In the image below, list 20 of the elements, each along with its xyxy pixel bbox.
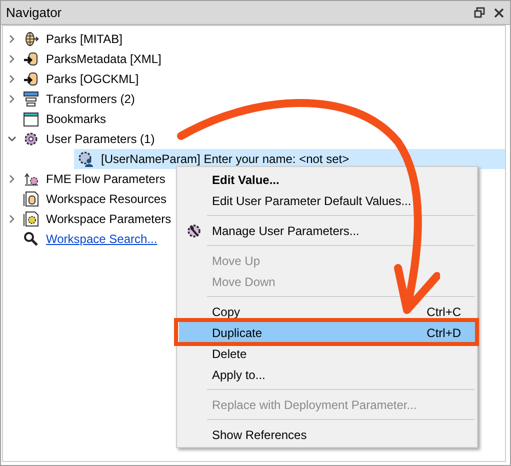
tree-item[interactable]: Bookmarks bbox=[45, 110, 108, 128]
menu-item[interactable]: Edit User Parameter Default Values... bbox=[179, 190, 475, 211]
menu-item[interactable]: Show References bbox=[179, 424, 475, 445]
tree-item[interactable]: FME Flow Parameters bbox=[45, 170, 166, 188]
selected-tree-item[interactable]: [UserNameParam] Enter your name: <not set> bbox=[100, 150, 350, 168]
tree-item[interactable]: ParksMetadata [XML] bbox=[45, 50, 162, 68]
menu-item[interactable]: Delete bbox=[179, 343, 475, 364]
tree-item[interactable]: Parks [OGCKML] bbox=[45, 70, 140, 88]
window-title: Navigator bbox=[6, 4, 63, 22]
tree-item[interactable]: Workspace Resources bbox=[45, 190, 168, 208]
menu-item[interactable]: Apply to... bbox=[179, 364, 475, 385]
menu-item[interactable]: Edit Value... bbox=[179, 169, 475, 190]
tree-item[interactable]: User Parameters (1) bbox=[45, 130, 156, 148]
menu-item[interactable]: Copy Ctrl+C bbox=[179, 301, 475, 322]
tree-item[interactable]: Workspace Parameters bbox=[45, 210, 172, 228]
tree-item[interactable]: Parks [MITAB] bbox=[45, 30, 124, 48]
menu-item[interactable]: Manage User Parameters... bbox=[179, 220, 475, 241]
tree-item[interactable]: Transformers (2) bbox=[45, 90, 136, 108]
menu-item[interactable]: Duplicate Ctrl+D bbox=[179, 322, 475, 343]
search-link[interactable]: Workspace Search... bbox=[45, 230, 158, 248]
